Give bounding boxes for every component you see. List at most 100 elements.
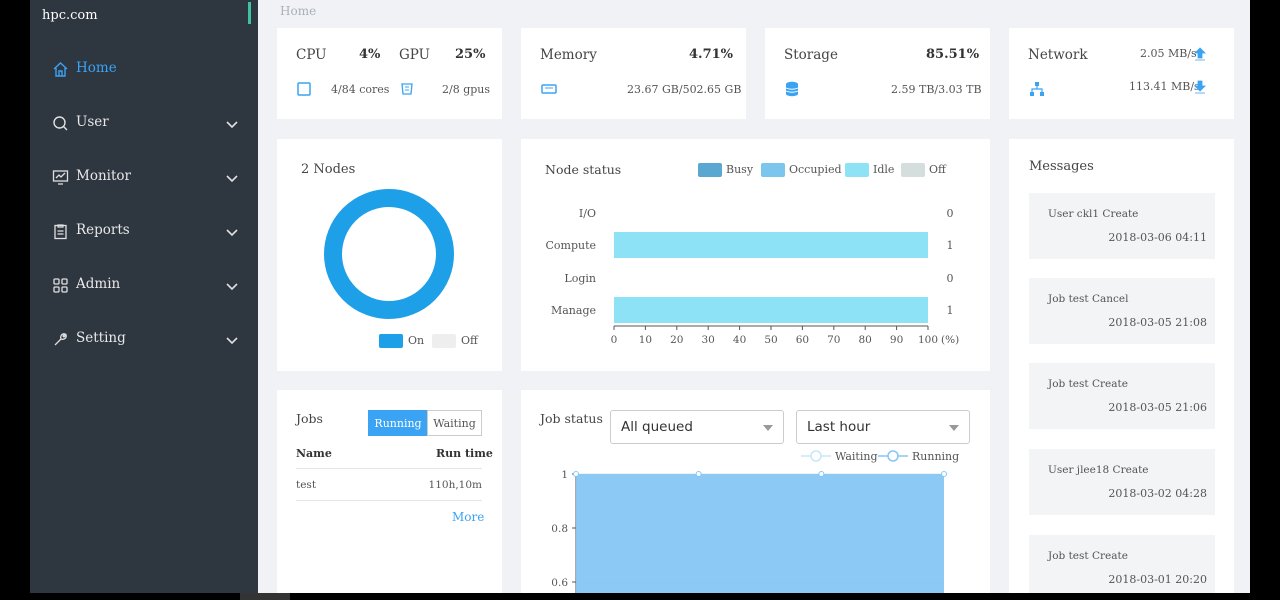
messages-title: Messages (1029, 159, 1094, 174)
storage-detail: 2.59 TB/3.03 TB (891, 83, 982, 96)
brand-logo[interactable]: hpc.com (42, 8, 98, 23)
legend-label-occupied: Occupied (789, 163, 842, 176)
monitor-icon (52, 170, 69, 185)
legend-swatch-off[interactable] (901, 163, 925, 177)
column-header-name[interactable]: Name (296, 447, 332, 460)
app-window: hpc.com Home User Monitor Reports Admin (30, 0, 1250, 593)
sidebar-item-label: Home (76, 60, 117, 76)
sidebar-item-admin[interactable]: Admin (30, 265, 258, 305)
user-search-icon (53, 116, 68, 131)
message-text: User jlee18 Create (1048, 464, 1149, 476)
bar-compute[interactable] (614, 232, 928, 258)
message-date: 2018-03-05 21:08 (1108, 316, 1207, 329)
node-status-bar-chart: I/O 0Compute 1Login 0Manage 10 10 20 30 40 50 60 70… (545, 207, 959, 346)
data-point[interactable] (818, 471, 825, 477)
x-tick-label: 60 (796, 334, 809, 346)
category-label: I/O (579, 207, 596, 220)
legend-label-off: Off (929, 163, 946, 176)
message-item[interactable]: Job test Create 2018-03-01 20:20 (1029, 535, 1215, 593)
caret-down-icon (763, 425, 773, 431)
sidebar-item-label: Monitor (76, 168, 131, 184)
home-icon (53, 62, 68, 77)
message-item[interactable]: User ckl1 Create 2018-03-06 04:11 (1029, 193, 1215, 259)
count-label: 1 (947, 239, 954, 252)
more-link[interactable]: More (452, 510, 484, 524)
brand-accent-bar (248, 2, 251, 24)
chevron-down-icon (226, 229, 238, 237)
tab-waiting[interactable]: Waiting (427, 410, 482, 436)
sidebar-item-setting[interactable]: Setting (30, 319, 258, 359)
queue-filter-select[interactable]: All queued (610, 410, 784, 444)
memory-detail: 23.67 GB/502.65 GB (627, 83, 742, 96)
storage-label: Storage (784, 47, 838, 63)
breadcrumb[interactable]: Home (280, 4, 316, 18)
memory-label: Memory (540, 47, 597, 63)
y-tick-label: 0.6 (551, 577, 568, 589)
cpu-value: 4% (359, 47, 381, 62)
nodes-card: 2 Nodes On Off (277, 139, 502, 371)
count-label: 0 (947, 272, 954, 285)
message-date: 2018-03-05 21:06 (1108, 401, 1207, 414)
job-status-title: Job status (540, 411, 603, 426)
network-download-rate: 113.41 MB/s (1129, 80, 1200, 93)
message-item[interactable]: Job test Cancel 2018-03-05 21:08 (1029, 278, 1215, 344)
column-header-runtime[interactable]: Run time (436, 447, 493, 460)
gpu-value: 25% (455, 47, 486, 62)
gpu-icon (401, 83, 413, 95)
job-status-card: Job status All queued Last hour Waiting … (521, 390, 990, 593)
time-range-select[interactable]: Last hour (796, 410, 970, 444)
nodes-title: 2 Nodes (301, 162, 356, 177)
arrow-down-icon (1194, 80, 1206, 94)
legend-swatch-idle[interactable] (845, 163, 869, 177)
legend-off-label: Off (461, 334, 478, 347)
x-axis-unit: (%) (941, 334, 959, 346)
data-point[interactable] (695, 471, 702, 477)
message-item[interactable]: Job test Create 2018-03-05 21:06 (1029, 363, 1215, 429)
wrench-icon (54, 333, 67, 346)
x-tick-label: 70 (827, 334, 840, 346)
message-date: 2018-03-01 20:20 (1108, 573, 1207, 586)
x-tick-label: 50 (764, 334, 777, 346)
chevron-down-icon (226, 121, 238, 129)
legend-swatch-occupied[interactable] (761, 163, 785, 177)
clipboard-icon (54, 224, 67, 240)
memory-value: 4.71% (689, 47, 734, 62)
tab-running[interactable]: Running (368, 410, 428, 436)
count-label: 0 (947, 207, 954, 220)
category-label: Compute (545, 239, 596, 252)
nodes-donut-chart (324, 189, 454, 319)
category-label: Login (564, 272, 596, 285)
table-row[interactable]: test 110h,10m (296, 469, 482, 500)
sidebar-item-label: User (76, 114, 109, 130)
cpu-detail: 4/84 cores (331, 83, 390, 96)
x-tick-label: 80 (859, 334, 872, 346)
legend-off-swatch (432, 334, 456, 348)
arrow-up-icon (1194, 47, 1206, 61)
sidebar-item-monitor[interactable]: Monitor (30, 157, 258, 197)
horizontal-scrollbar-thumb[interactable] (240, 593, 290, 600)
running-area (576, 474, 944, 593)
caret-down-icon (949, 425, 959, 431)
sidebar-item-home[interactable]: Home (30, 49, 258, 89)
legend-swatch-busy[interactable] (698, 163, 722, 177)
job-name-cell: test (296, 479, 317, 491)
bar-manage[interactable] (614, 297, 928, 323)
data-point[interactable] (941, 471, 947, 477)
storage-card: Storage 85.51% 2.59 TB/3.03 TB (765, 28, 990, 119)
message-item[interactable]: User jlee18 Create 2018-03-02 04:28 (1029, 449, 1215, 515)
data-point[interactable] (573, 471, 579, 477)
sidebar-item-reports[interactable]: Reports (30, 211, 258, 251)
x-tick-label: 30 (702, 334, 715, 346)
sidebar: hpc.com Home User Monitor Reports Admin (30, 0, 258, 593)
time-range-value: Last hour (807, 419, 871, 435)
legend-label-idle: Idle (873, 163, 895, 176)
gpu-label: GPU (399, 47, 431, 63)
grid-icon (53, 278, 68, 293)
memory-card: Memory 4.71% 23.67 GB/502.65 GB (521, 28, 746, 119)
message-text: Job test Create (1048, 550, 1128, 562)
jobs-card: Jobs Running Waiting Name Run time test … (277, 390, 502, 593)
storage-value: 85.51% (926, 47, 980, 62)
x-tick-label: 10 (639, 334, 652, 346)
sidebar-item-user[interactable]: User (30, 103, 258, 143)
sidebar-item-label: Setting (76, 330, 126, 346)
